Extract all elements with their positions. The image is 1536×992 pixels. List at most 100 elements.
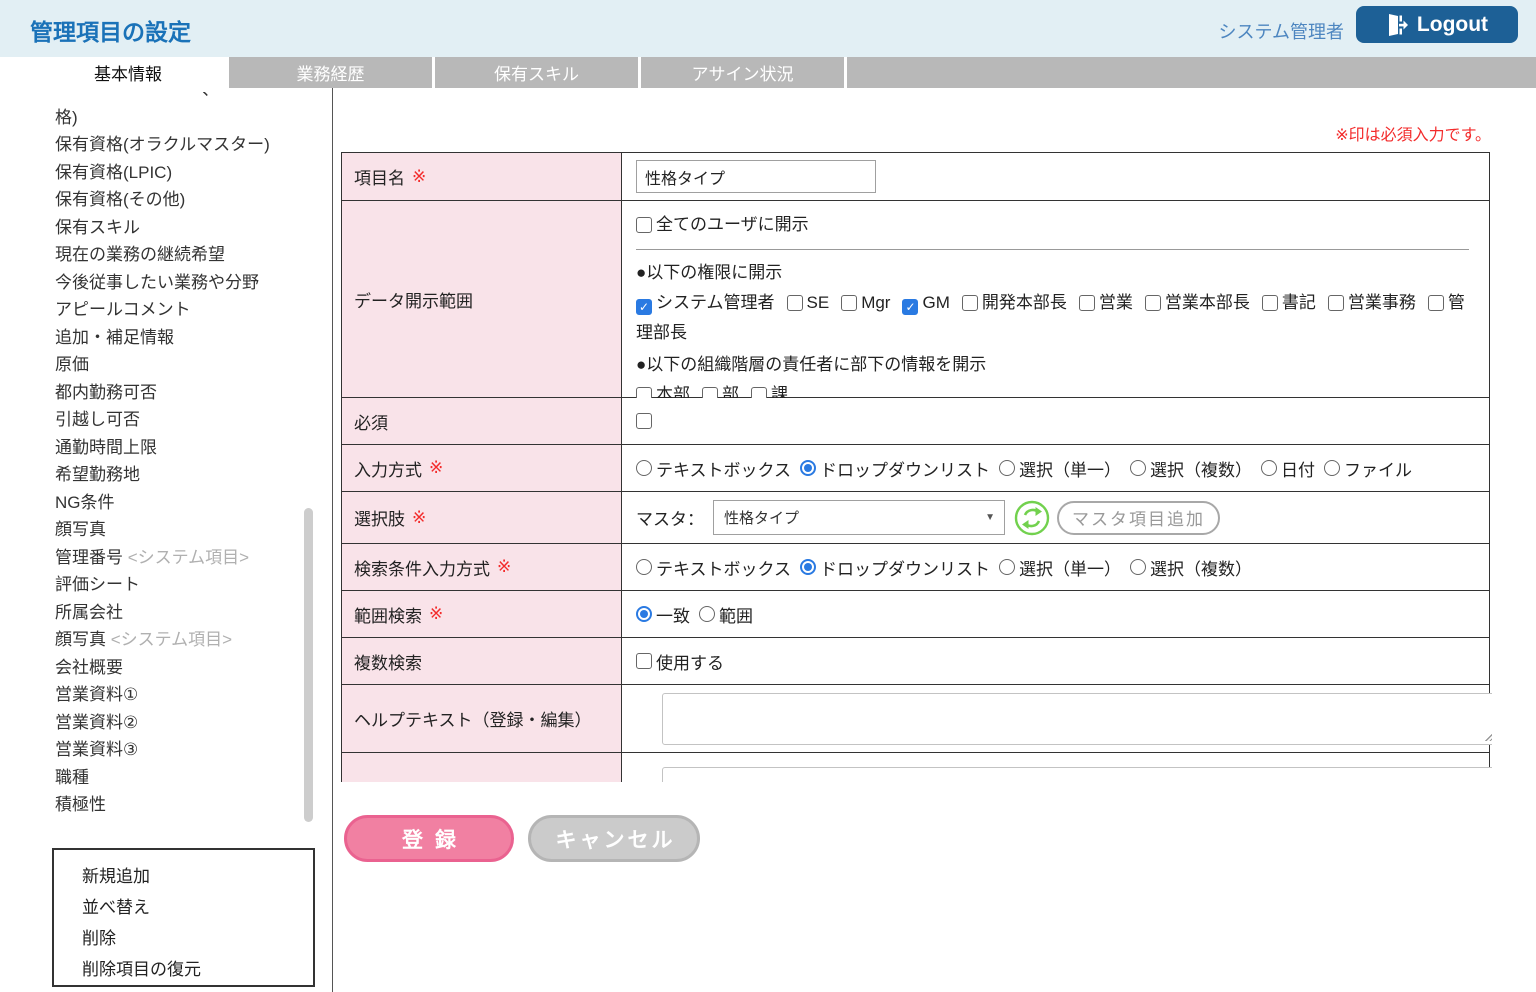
- form-label-cell: 選択肢※: [342, 492, 622, 543]
- form-content-cell: 一致範囲: [622, 591, 1489, 637]
- checkbox-checked[interactable]: ✓: [902, 299, 918, 315]
- form-row: 検索条件入力方式※テキストボックスドロップダウンリスト選択（単一）選択（複数）: [342, 544, 1489, 591]
- checkbox[interactable]: [841, 295, 857, 311]
- sidebar-item[interactable]: 現在の業務の継続希望: [30, 241, 298, 269]
- sidebar-item-label: 所属会社: [55, 603, 123, 622]
- sidebar-action-menu: 新規追加並べ替え削除削除項目の復元: [52, 848, 315, 987]
- menu-item[interactable]: 削除: [82, 923, 313, 954]
- role-option: 営業事務: [1328, 293, 1418, 312]
- sidebar-item[interactable]: 原価: [30, 351, 298, 379]
- radio[interactable]: [1324, 460, 1340, 476]
- sidebar-item[interactable]: 顔写真: [30, 516, 298, 544]
- sidebar-item[interactable]: 積極性: [30, 791, 298, 819]
- sidebar-item[interactable]: アピールコメント: [30, 296, 298, 324]
- sidebar-item[interactable]: 職種: [30, 764, 298, 792]
- radio[interactable]: [1130, 460, 1146, 476]
- sidebar-item-label: 都内勤務可否: [55, 383, 157, 402]
- sidebar-item[interactable]: 保有資格(LPIC): [30, 159, 298, 187]
- form-label-cell: ヘルプテキスト（登録・編集）: [342, 685, 622, 752]
- radio-option: 日付: [1261, 456, 1315, 481]
- form-label: 入力方式: [354, 456, 422, 481]
- form-content-cell: 使用する: [622, 638, 1489, 684]
- sidebar-item[interactable]: 評価シート: [30, 571, 298, 599]
- radio-label: 選択（複数）: [1150, 555, 1252, 580]
- menu-item[interactable]: 削除項目の復元: [82, 954, 313, 985]
- radio[interactable]: [699, 606, 715, 622]
- form-content-cell: マスタ：性格タイプ▼マスタ項目追加: [622, 492, 1489, 543]
- radio-option: 選択（単一）: [999, 456, 1121, 481]
- checkbox-label: SE: [807, 293, 830, 312]
- cancel-button[interactable]: キャンセル: [528, 815, 700, 862]
- tab-item-0[interactable]: 基本情報: [30, 57, 226, 88]
- master-select[interactable]: 性格タイプ▼: [713, 500, 1005, 535]
- sidebar-item-label: 保有スキル: [55, 218, 140, 237]
- sidebar-item[interactable]: 、: [30, 92, 298, 104]
- checkbox[interactable]: [636, 413, 652, 429]
- form-row: [342, 753, 1489, 782]
- sidebar-item-label: 、: [202, 92, 219, 99]
- help-textarea[interactable]: [662, 693, 1492, 745]
- refresh-icon[interactable]: [1014, 500, 1050, 536]
- partial-textarea[interactable]: [662, 767, 1492, 782]
- sidebar-item[interactable]: 会社概要: [30, 654, 298, 682]
- sidebar-item[interactable]: 営業資料③: [30, 736, 298, 764]
- checkbox[interactable]: [1079, 295, 1095, 311]
- radio-label: 選択（単一）: [1019, 456, 1121, 481]
- tab-item-3[interactable]: アサイン状況: [641, 57, 844, 88]
- sidebar-item[interactable]: 希望勤務地: [30, 461, 298, 489]
- radio[interactable]: [1261, 460, 1277, 476]
- menu-item[interactable]: 新規追加: [82, 861, 313, 892]
- checkbox[interactable]: [636, 217, 652, 233]
- resize-handle-icon[interactable]: [1484, 731, 1492, 741]
- checkbox[interactable]: [1145, 295, 1161, 311]
- checkbox-checked[interactable]: ✓: [636, 299, 652, 315]
- checkbox-label: 開発本部長: [982, 293, 1067, 312]
- sidebar-item[interactable]: 営業資料②: [30, 709, 298, 737]
- radio[interactable]: [999, 559, 1015, 575]
- logout-button[interactable]: Logout: [1356, 6, 1518, 43]
- menu-item[interactable]: 並べ替え: [82, 892, 313, 923]
- radio[interactable]: [999, 460, 1015, 476]
- checkbox[interactable]: [1328, 295, 1344, 311]
- sidebar-item-label: 保有資格(オラクルマスター): [55, 135, 270, 154]
- sidebar-item[interactable]: 追加・補足情報: [30, 324, 298, 352]
- master-add-button[interactable]: マスタ項目追加: [1057, 501, 1220, 535]
- sidebar-item[interactable]: NG条件: [30, 489, 298, 517]
- sidebar-item[interactable]: 保有資格(その他): [30, 186, 298, 214]
- sidebar-item[interactable]: 顔写真 <システム項目>: [30, 626, 298, 654]
- submit-button[interactable]: 登録: [344, 815, 514, 862]
- sidebar-item-label: 保有資格(その他): [55, 190, 185, 209]
- sidebar-item[interactable]: 保有資格(オラクルマスター): [30, 131, 298, 159]
- radio[interactable]: [1130, 559, 1146, 575]
- checkbox[interactable]: [636, 653, 652, 669]
- sidebar-item[interactable]: 都内勤務可否: [30, 379, 298, 407]
- sidebar-item[interactable]: 所属会社: [30, 599, 298, 627]
- sidebar-item[interactable]: 通勤時間上限: [30, 434, 298, 462]
- sidebar-item[interactable]: 管理番号 <システム項目>: [30, 544, 298, 572]
- form-content-cell: [622, 153, 1489, 200]
- sidebar-item[interactable]: 保有スキル: [30, 214, 298, 242]
- role-option: SE: [787, 293, 832, 312]
- sidebar-item[interactable]: 今後従事したい業務や分野: [30, 269, 298, 297]
- sidebar-item-label: 営業資料②: [55, 713, 138, 732]
- checkbox[interactable]: [1428, 295, 1444, 311]
- tab-item-2[interactable]: 保有スキル: [435, 57, 638, 88]
- form-content-cell: テキストボックスドロップダウンリスト選択（単一）選択（複数）: [622, 544, 1489, 590]
- checkbox-label: 営業本部長: [1165, 293, 1250, 312]
- sidebar-item[interactable]: 引越し可否: [30, 406, 298, 434]
- sidebar-item[interactable]: 営業資料①: [30, 681, 298, 709]
- radio-selected[interactable]: [800, 460, 816, 476]
- roles-heading: ●以下の権限に開示: [636, 260, 1469, 286]
- checkbox[interactable]: [787, 295, 803, 311]
- radio[interactable]: [636, 559, 652, 575]
- form-row: 選択肢※マスタ：性格タイプ▼マスタ項目追加: [342, 492, 1489, 544]
- item-name-input[interactable]: [636, 160, 876, 193]
- checkbox[interactable]: [1262, 295, 1278, 311]
- sidebar-scrollbar[interactable]: [304, 508, 313, 822]
- radio-selected[interactable]: [636, 606, 652, 622]
- radio-selected[interactable]: [800, 559, 816, 575]
- tab-item-1[interactable]: 業務経歴: [229, 57, 432, 88]
- sidebar-item[interactable]: 格): [30, 104, 298, 132]
- checkbox[interactable]: [962, 295, 978, 311]
- radio[interactable]: [636, 460, 652, 476]
